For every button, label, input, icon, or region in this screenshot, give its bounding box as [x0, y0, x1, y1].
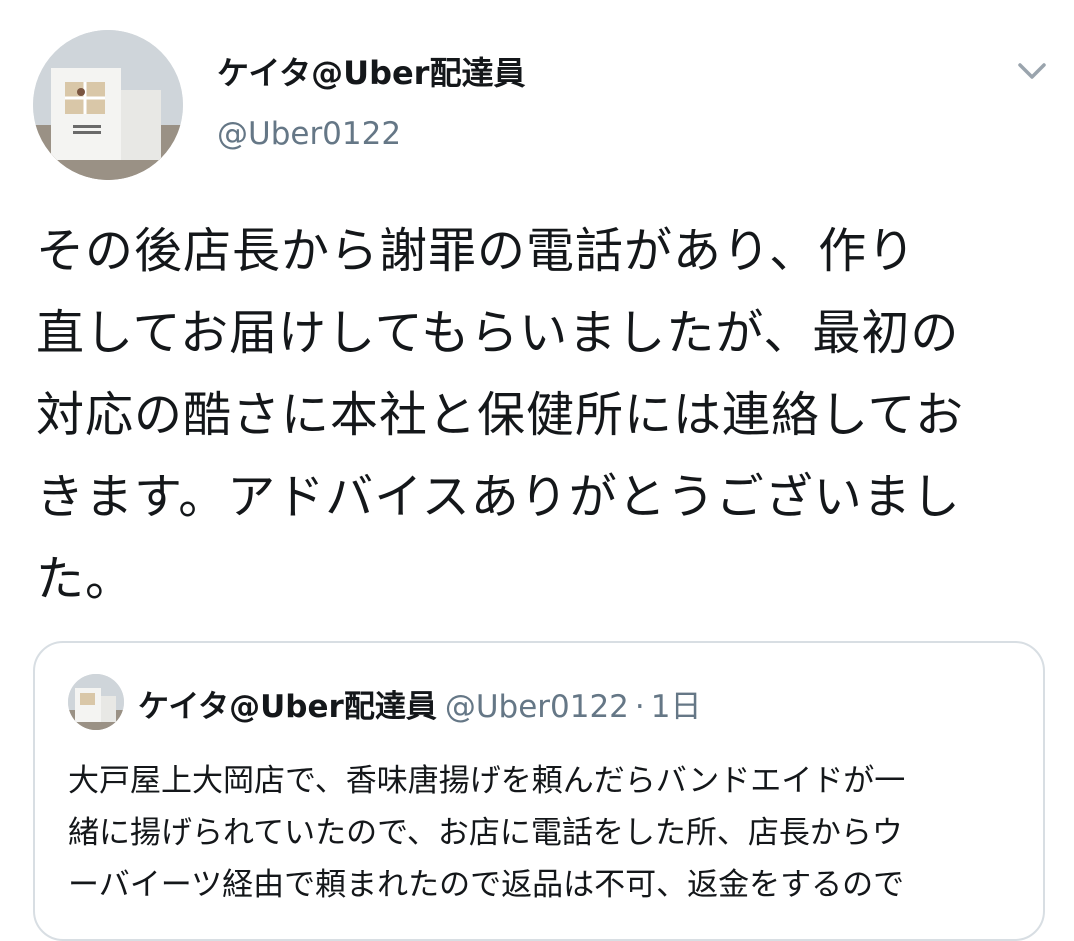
tweet-text-line: 直してお届けしてもらいましたが、最初の: [36, 305, 960, 361]
quoted-avatar: [68, 674, 124, 730]
quoted-text-line: 緒に揚げられていたので、お店に電話をした所、店長からウ: [68, 815, 903, 851]
display-name[interactable]: ケイタ@Uber配達員: [217, 48, 525, 94]
quoted-header: ケイタ@Uber配達員 @Uber0122 · 1日: [138, 681, 702, 726]
tweet-text-line: 対応の酷さに本社と保健所には連絡してお: [36, 387, 965, 443]
tweet-text-line: その後店長から謝罪の電話があり、作り: [36, 223, 917, 279]
quoted-avatar-image: [68, 674, 124, 730]
quoted-text-line: ーバイーツ経由で頼まれたので返品は不可、返金をするので: [68, 867, 905, 903]
quoted-timestamp: 1日: [650, 689, 702, 725]
avatar[interactable]: [33, 30, 183, 180]
chevron-down-icon[interactable]: [1012, 54, 1052, 88]
quoted-tweet-text: 大戸屋上大岡店で、香味唐揚げを頼んだらバンドエイドが一 緒に揚げられていたので、…: [68, 755, 1018, 911]
avatar-image: [33, 30, 183, 180]
quoted-separator: ·: [634, 689, 645, 725]
quoted-text-line: 大戸屋上大岡店で、香味唐揚げを頼んだらバンドエイドが一: [68, 763, 906, 799]
user-handle[interactable]: @Uber0122: [217, 116, 401, 152]
quoted-display-name: ケイタ@Uber配達員: [138, 689, 437, 725]
tweet-text: その後店長から謝罪の電話があり、作り 直してお届けしてもらいましたが、最初の 対…: [36, 210, 1036, 620]
tweet-text-line: きます。アドバイスありがとうございまし: [36, 469, 961, 525]
quoted-tweet[interactable]: ケイタ@Uber配達員 @Uber0122 · 1日 大戸屋上大岡店で、香味唐揚げを頼…: [33, 641, 1045, 941]
quoted-handle: @Uber0122: [444, 689, 629, 725]
tweet-text-line: た。: [36, 551, 135, 607]
